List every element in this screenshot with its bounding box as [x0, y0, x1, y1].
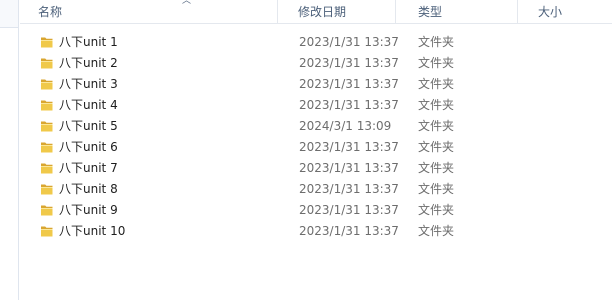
- file-name: 八下unit 5: [59, 119, 118, 133]
- file-date-modified: 2023/1/31 13:37: [299, 224, 399, 238]
- file-type: 文件夹: [418, 203, 455, 217]
- folder-icon: [41, 184, 53, 195]
- file-date-modified: 2023/1/31 13:37: [299, 56, 399, 70]
- navigation-pane-header: [0, 0, 18, 28]
- file-date-modified: 2023/1/31 13:37: [299, 182, 399, 196]
- folder-icon: [41, 100, 53, 111]
- file-type: 文件夹: [418, 56, 455, 70]
- file-name: 八下unit 7: [59, 161, 118, 175]
- folder-icon: [41, 37, 53, 48]
- file-type: 文件夹: [418, 119, 455, 133]
- file-name: 八下unit 4: [59, 98, 118, 112]
- file-type: 文件夹: [418, 161, 455, 175]
- file-date-modified: 2023/1/31 13:37: [299, 140, 399, 154]
- file-date-modified: 2023/1/31 13:37: [299, 77, 399, 91]
- file-name: 八下unit 2: [59, 56, 118, 70]
- file-date-modified: 2023/1/31 13:37: [299, 161, 399, 175]
- file-row[interactable]: 八下unit 8 2023/1/31 13:37 文件夹: [20, 179, 612, 200]
- file-row[interactable]: 八下unit 9 2023/1/31 13:37 文件夹: [20, 200, 612, 221]
- column-header-name[interactable]: 名称: [20, 0, 277, 24]
- file-row[interactable]: 八下unit 10 2023/1/31 13:37 文件夹: [20, 221, 612, 242]
- file-date-modified: 2023/1/31 13:37: [299, 203, 399, 217]
- file-date-modified: 2023/1/31 13:37: [299, 35, 399, 49]
- navigation-pane[interactable]: [0, 0, 19, 300]
- folder-icon: [41, 163, 53, 174]
- file-type: 文件夹: [418, 224, 455, 238]
- file-name: 八下unit 3: [59, 77, 118, 91]
- file-name: 八下unit 6: [59, 140, 118, 154]
- file-name: 八下unit 1: [59, 35, 118, 49]
- file-type: 文件夹: [418, 77, 455, 91]
- file-type: 文件夹: [418, 140, 455, 154]
- folder-icon: [41, 79, 53, 90]
- file-type: 文件夹: [418, 35, 455, 49]
- folder-icon: [41, 142, 53, 153]
- column-header-size[interactable]: 大小: [517, 0, 612, 24]
- file-type: 文件夹: [418, 182, 455, 196]
- folder-icon: [41, 121, 53, 132]
- column-header-type[interactable]: 类型: [395, 0, 516, 24]
- folder-icon: [41, 58, 53, 69]
- column-header-date-modified[interactable]: 修改日期: [277, 0, 394, 24]
- file-row[interactable]: 八下unit 4 2023/1/31 13:37 文件夹: [20, 95, 612, 116]
- folder-icon: [41, 226, 53, 237]
- file-row[interactable]: 八下unit 3 2023/1/31 13:37 文件夹: [20, 74, 612, 95]
- file-name: 八下unit 9: [59, 203, 118, 217]
- folder-icon: [41, 205, 53, 216]
- file-name: 八下unit 8: [59, 182, 118, 196]
- file-type: 文件夹: [418, 98, 455, 112]
- file-name: 八下unit 10: [59, 224, 126, 238]
- file-date-modified: 2023/1/31 13:37: [299, 98, 399, 112]
- file-date-modified: 2024/3/1 13:09: [299, 119, 392, 133]
- file-row[interactable]: 八下unit 7 2023/1/31 13:37 文件夹: [20, 158, 612, 179]
- file-row[interactable]: 八下unit 2 2023/1/31 13:37 文件夹: [20, 53, 612, 74]
- file-row[interactable]: 八下unit 1 2023/1/31 13:37 文件夹: [20, 32, 612, 53]
- file-rows: 八下unit 1 2023/1/31 13:37 文件夹 八下unit 2 2023/1…: [20, 32, 612, 242]
- file-list[interactable]: 名称 ︿ 修改日期 类型 大小 八下unit 1 2023/1/31 13:37 文…: [20, 0, 612, 300]
- file-row[interactable]: 八下unit 6 2023/1/31 13:37 文件夹: [20, 137, 612, 158]
- sort-ascending-icon: ︿: [182, 0, 192, 6]
- column-header-bar: 名称 ︿ 修改日期 类型 大小: [20, 0, 612, 24]
- file-row[interactable]: 八下unit 5 2024/3/1 13:09 文件夹: [20, 116, 612, 137]
